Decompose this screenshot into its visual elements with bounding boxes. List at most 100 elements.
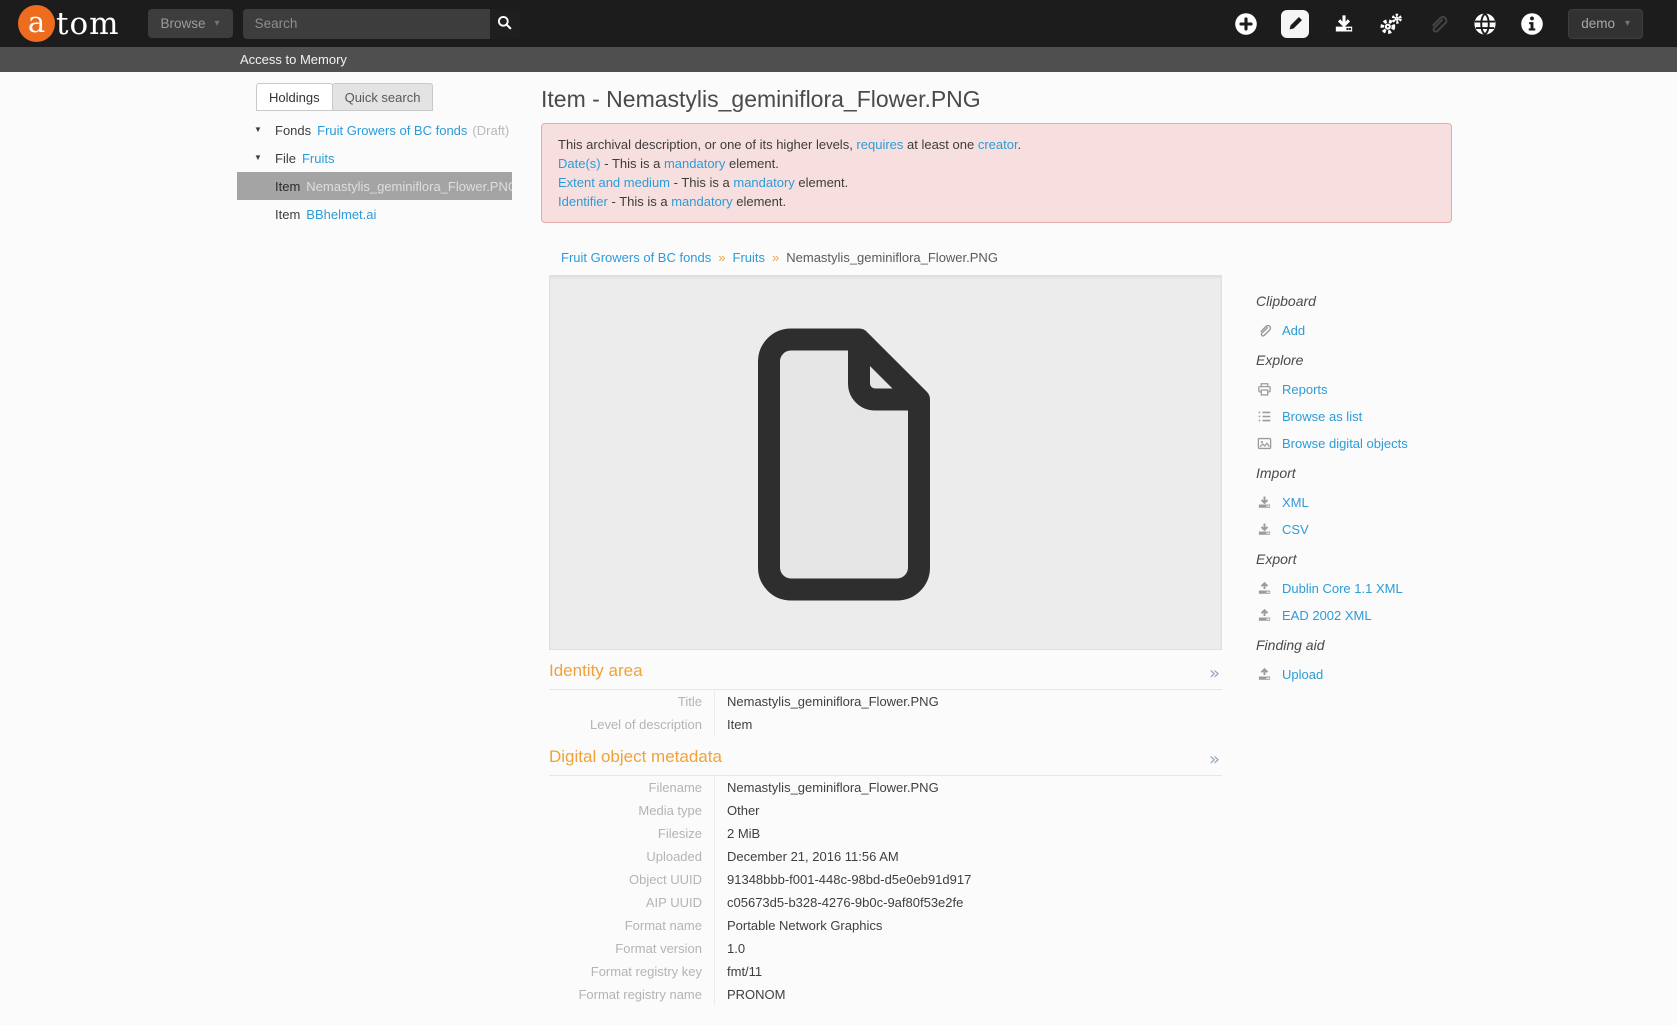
import-icon[interactable] [1332, 12, 1356, 36]
alert-link[interactable]: mandatory [671, 194, 732, 209]
breadcrumb-link[interactable]: Fruits [733, 250, 766, 265]
field-label: Title [549, 690, 715, 713]
tab-holdings[interactable]: Holdings [256, 83, 333, 111]
context-heading-explore: Explore [1256, 352, 1466, 368]
breadcrumb-link[interactable]: Fruit Growers of BC fonds [561, 250, 711, 265]
search-input[interactable] [243, 9, 490, 39]
tree-item-link[interactable]: Fruits [302, 151, 335, 166]
field-value: 91348bbb-f001-448c-98bd-d5e0eb91d917 [715, 868, 971, 891]
context-link-browse-as-list[interactable]: Browse as list [1256, 408, 1466, 425]
browse-button[interactable]: Browse ▾ [148, 9, 233, 38]
context-link-label: CSV [1282, 522, 1309, 537]
field-label: Filesize [549, 822, 715, 845]
field-value: Portable Network Graphics [715, 914, 882, 937]
field-label: AIP UUID [549, 891, 715, 914]
field-value: Other [715, 799, 760, 822]
context-heading-clipboard: Clipboard [1256, 293, 1466, 309]
atom-logo[interactable]: a tom [18, 5, 120, 42]
language-icon[interactable] [1473, 12, 1497, 36]
alert-link[interactable]: requires [856, 137, 903, 152]
context-heading-finding-aid: Finding aid [1256, 637, 1466, 653]
clipboard-icon[interactable] [1426, 12, 1450, 36]
section-digital-object-metadata: Digital object metadata»FilenameNemastyl… [549, 736, 1222, 1006]
info-icon[interactable] [1520, 12, 1544, 36]
add-icon[interactable] [1234, 12, 1258, 36]
tree-item-fruits[interactable]: ▼ File Fruits [237, 144, 512, 172]
printer-icon [1256, 381, 1273, 398]
tree-item-link[interactable]: Nemastylis_geminiflora_Flower.PNG [306, 179, 512, 194]
context-link-import-xml[interactable]: XML [1256, 494, 1466, 511]
tree-item-status: (Draft) [472, 123, 509, 138]
top-navbar: a tom Browse ▾ demo ▾ [0, 0, 1677, 47]
tree-item-bbhelmet-ai[interactable]: ItemBBhelmet.ai [237, 200, 512, 228]
paperclip-icon [1256, 322, 1273, 339]
context-link-import-csv[interactable]: CSV [1256, 521, 1466, 538]
context-heading-export: Export [1256, 551, 1466, 567]
holdings-tree: ▼FondsFruit Growers of BC fonds(Draft)▼F… [237, 116, 512, 228]
context-link-export-dublin-core[interactable]: Dublin Core 1.1 XML [1256, 580, 1466, 597]
admin-icon[interactable] [1379, 12, 1403, 36]
alert-link[interactable]: mandatory [733, 175, 794, 190]
context-group-clipboard: Clipboard Add [1256, 293, 1466, 339]
tree-item-link[interactable]: BBhelmet.ai [306, 207, 376, 222]
user-menu-button[interactable]: demo ▾ [1568, 9, 1643, 39]
field-value: December 21, 2016 11:56 AM [715, 845, 899, 868]
alert-link[interactable]: Extent and medium [558, 175, 670, 190]
search-box [243, 9, 520, 39]
context-link-clipboard-add[interactable]: Add [1256, 322, 1466, 339]
field-row: AIP UUIDc05673d5-b328-4276-9b0c-9af80f53… [549, 891, 1222, 914]
context-link-label: EAD 2002 XML [1282, 608, 1372, 623]
field-row: Format registry namePRONOM [549, 983, 1222, 1006]
context-link-finding-aid-upload[interactable]: Upload [1256, 666, 1466, 683]
alert-link[interactable]: Date(s) [558, 156, 601, 171]
tree-expand-caret-icon[interactable]: ▼ [254, 125, 262, 134]
tree-item-nemastylis-geminiflora-flower-pn[interactable]: ItemNemastylis_geminiflora_Flower.PNG [237, 172, 512, 200]
breadcrumb-separator-icon: » [772, 250, 779, 265]
context-link-label: XML [1282, 495, 1309, 510]
tree-item-fruit-growers-of-bc-fonds[interactable]: ▼FondsFruit Growers of BC fonds(Draft) [237, 116, 512, 144]
field-label: Media type [549, 799, 715, 822]
context-link-reports[interactable]: Reports [1256, 381, 1466, 398]
expand-section-icon[interactable]: » [1209, 666, 1220, 681]
alert-link[interactable]: creator [978, 137, 1018, 152]
alert-link[interactable]: mandatory [664, 156, 725, 171]
tree-level-label: File [275, 151, 296, 166]
context-link-label: Dublin Core 1.1 XML [1282, 581, 1403, 596]
field-label: Format registry key [549, 960, 715, 983]
alert-text: element. [733, 194, 786, 209]
edit-icon[interactable] [1281, 10, 1309, 38]
context-link-export-ead[interactable]: EAD 2002 XML [1256, 607, 1466, 624]
tab-quick-search[interactable]: Quick search [332, 83, 434, 111]
search-button[interactable] [490, 9, 520, 39]
context-link-label: Add [1282, 323, 1305, 338]
field-row: Format registry keyfmt/11 [549, 960, 1222, 983]
site-title[interactable]: Access to Memory [240, 52, 347, 67]
alert-text: - This is a [608, 194, 671, 209]
tree-expand-caret-icon[interactable]: ▼ [254, 153, 262, 162]
field-label: Filename [549, 776, 715, 799]
context-link-browse-digital-objects[interactable]: Browse digital objects [1256, 435, 1466, 452]
alert-text: - This is a [670, 175, 733, 190]
alert-message: This archival description, or one of its… [558, 135, 1435, 154]
section-title: Identity area [549, 661, 643, 681]
browse-button-label: Browse [161, 16, 206, 31]
field-value: fmt/11 [715, 960, 762, 983]
alert-link[interactable]: Identifier [558, 194, 608, 209]
field-row: TitleNemastylis_geminiflora_Flower.PNG [549, 690, 1222, 713]
import-icon [1256, 494, 1273, 511]
context-link-label: Browse as list [1282, 409, 1362, 424]
validation-alert: This archival description, or one of its… [541, 123, 1452, 223]
context-heading-import: Import [1256, 465, 1466, 481]
alert-message: Date(s) - This is a mandatory element. [558, 154, 1435, 173]
alert-text: at least one [903, 137, 977, 152]
field-row: UploadedDecember 21, 2016 11:56 AM [549, 845, 1222, 868]
description-sections: Identity area » TitleNemastylis_geminiflor… [549, 650, 1222, 1006]
file-icon[interactable] [731, 321, 931, 605]
expand-section-icon[interactable]: » [1209, 752, 1220, 767]
tree-item-link[interactable]: Fruit Growers of BC fonds [317, 123, 467, 138]
field-row: Object UUID91348bbb-f001-448c-98bd-d5e0e… [549, 868, 1222, 891]
export-icon [1256, 607, 1273, 624]
field-value: c05673d5-b328-4276-9b0c-9af80f53e2fe [715, 891, 963, 914]
context-group-explore: Explore Reports Browse as list Browse digit… [1256, 352, 1466, 452]
field-row: Filesize2 MiB [549, 822, 1222, 845]
